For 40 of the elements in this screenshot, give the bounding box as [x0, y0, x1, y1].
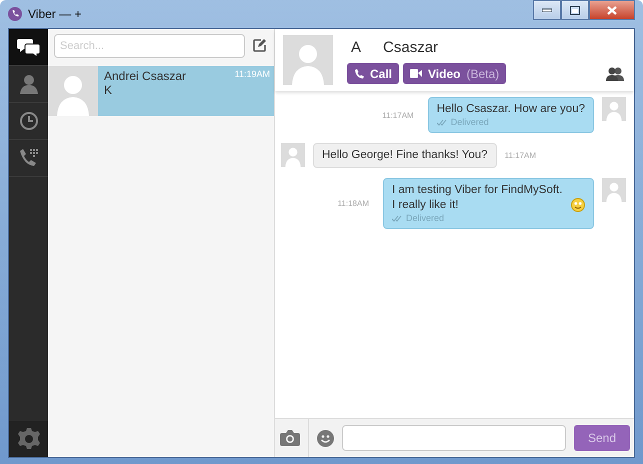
message-text: I am testing Viber for FindMySoft. I really like it!	[392, 183, 564, 213]
message-time: 11:19AM	[234, 69, 270, 79]
close-icon	[607, 6, 617, 14]
minimize-icon	[542, 8, 552, 12]
message-preview: K	[104, 83, 112, 97]
contact-name-start: A	[351, 39, 362, 56]
check-icon	[436, 119, 448, 126]
message-text: Hello Csaszar. How are you?	[436, 102, 585, 117]
contact-name: Andrei Csaszar	[104, 69, 186, 83]
minimize-button[interactable]	[533, 0, 561, 20]
person-icon	[20, 74, 38, 94]
message-input[interactable]	[342, 425, 566, 451]
phone-icon	[18, 148, 40, 168]
video-button[interactable]: Video (Beta)	[403, 63, 506, 84]
window-title: Viber — +	[28, 7, 82, 21]
contact-name-end: Csaszar	[383, 39, 438, 56]
camera-icon[interactable]	[280, 430, 300, 446]
avatar-icon	[602, 178, 626, 202]
compose-icon[interactable]	[253, 39, 266, 52]
avatar-icon	[283, 35, 333, 85]
video-camera-icon	[410, 69, 422, 78]
call-button[interactable]: Call	[347, 63, 400, 84]
message-time: 11:17AM	[382, 110, 414, 120]
maximize-icon	[570, 6, 580, 14]
avatar-icon	[281, 143, 305, 167]
app-logo-icon	[8, 7, 22, 21]
message-text: Hello George! Fine thanks! You?	[322, 148, 488, 163]
clock-icon	[18, 111, 38, 131]
phone-icon	[354, 68, 364, 78]
nav-tab[interactable]	[9, 29, 48, 66]
message-time: 11:17AM	[504, 151, 536, 160]
chats-icon	[16, 37, 40, 57]
avatar-icon	[602, 97, 626, 121]
settings-icon[interactable]	[18, 428, 40, 450]
smiley-icon[interactable]	[317, 430, 334, 446]
message-time: 11:18AM	[338, 199, 369, 208]
close-button[interactable]	[589, 0, 635, 20]
maximize-button[interactable]	[561, 0, 589, 20]
check-icon	[392, 215, 403, 222]
group-icon[interactable]	[606, 67, 624, 81]
